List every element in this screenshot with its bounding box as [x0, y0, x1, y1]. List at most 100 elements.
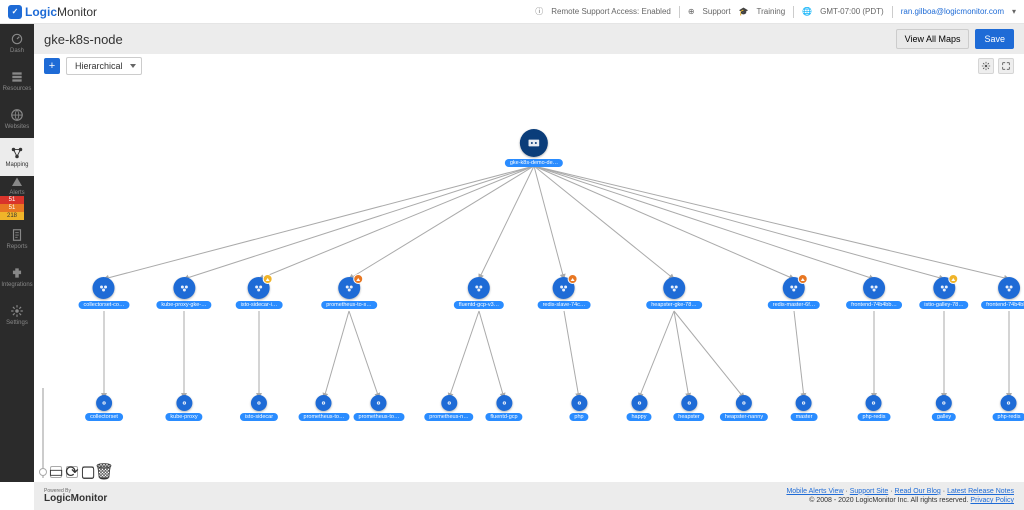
- footer-link-mobile[interactable]: Mobile Alerts View: [786, 488, 843, 495]
- node-label: heapster-nanny: [720, 413, 768, 421]
- remote-support-label[interactable]: Remote Support Access: Enabled: [551, 7, 671, 16]
- node-label: prometheus-to…: [354, 413, 405, 421]
- gear-icon-button[interactable]: [978, 58, 994, 74]
- map-node-l6[interactable]: fluentd-gcp: [485, 395, 522, 421]
- select-icon[interactable]: ▢: [82, 466, 94, 478]
- node-icon: [933, 277, 955, 299]
- logo-icon: ✓: [8, 5, 22, 19]
- map-node-root[interactable]: gke-k8s-demo-de…: [505, 129, 563, 167]
- nav-label: Websites: [5, 124, 30, 130]
- brand-part-1: Logic: [25, 5, 57, 19]
- node-icon: [316, 395, 332, 411]
- map-node-n10[interactable]: frontend-74b4bb…: [981, 277, 1024, 309]
- node-label: fluentd-gcp: [485, 413, 522, 421]
- fit-icon[interactable]: ▭: [50, 466, 62, 478]
- node-label: frontend-74b4bb…: [981, 301, 1024, 309]
- footer-link-privacy[interactable]: Privacy Policy: [970, 497, 1014, 504]
- footer-link-support[interactable]: Support Site: [850, 488, 889, 495]
- map-node-n3[interactable]: prometheus-to-s…: [321, 277, 377, 309]
- map-node-n8[interactable]: frontend-74b4bb…: [846, 277, 902, 309]
- node-label: prometheus-n…: [424, 413, 473, 421]
- node-icon: [796, 395, 812, 411]
- nav-settings[interactable]: Settings: [0, 296, 34, 334]
- node-label: kube-proxy: [165, 413, 202, 421]
- alert-badge-error[interactable]: 51: [0, 204, 24, 212]
- map-canvas[interactable]: gke-k8s-demo-de… collectorset-co… kube-pro…: [34, 78, 1024, 482]
- nav-integrations[interactable]: Integrations: [0, 258, 34, 296]
- map-node-n0[interactable]: collectorset-co…: [79, 277, 130, 309]
- view-all-maps-button[interactable]: View All Maps: [896, 29, 970, 49]
- node-label: galley: [932, 413, 956, 421]
- layout-dropdown[interactable]: Hierarchical: [66, 57, 142, 75]
- map-node-n5[interactable]: redis-slave-74c…: [538, 277, 591, 309]
- map-node-n9[interactable]: istio-galley-78…: [919, 277, 968, 309]
- refresh-icon[interactable]: ⟳: [66, 466, 78, 478]
- logo[interactable]: ✓ LogicMonitor: [8, 5, 97, 19]
- trash-icon[interactable]: 🗑: [98, 466, 110, 478]
- add-button[interactable]: +: [44, 58, 60, 74]
- node-icon: [736, 395, 752, 411]
- node-icon: [251, 395, 267, 411]
- node-icon: [173, 277, 195, 299]
- node-label: php: [569, 413, 588, 421]
- node-label: kube-proxy-gke-…: [156, 301, 211, 309]
- map-node-n4[interactable]: fluentd-gcp-v3…: [454, 277, 504, 309]
- user-email-link[interactable]: ran.gilboa@logicmonitor.com: [901, 7, 1004, 16]
- map-node-n1[interactable]: kube-proxy-gke-…: [156, 277, 211, 309]
- node-icon: [998, 277, 1020, 299]
- training-icon: 🎓: [739, 7, 749, 16]
- map-node-l4[interactable]: prometheus-to…: [354, 395, 405, 421]
- footer-link-release[interactable]: Latest Release Notes: [947, 488, 1014, 495]
- map-node-l8[interactable]: happy: [627, 395, 652, 421]
- map-node-n7[interactable]: redis-master-6f…: [768, 277, 820, 309]
- node-label: fluentd-gcp-v3…: [454, 301, 504, 309]
- map-node-l11[interactable]: master: [791, 395, 818, 421]
- nav-mapping[interactable]: Mapping: [0, 138, 34, 176]
- map-node-n2[interactable]: isto-sidecar-i…: [236, 277, 283, 309]
- alert-badge-warn[interactable]: 218: [0, 212, 24, 220]
- map-node-l9[interactable]: heapster: [673, 395, 704, 421]
- map-node-n6[interactable]: heapster-gke-78…: [646, 277, 702, 309]
- node-label: collectorset-co…: [79, 301, 130, 309]
- node-label: prometheus-to-s…: [321, 301, 377, 309]
- alert-indicator-warn: [263, 274, 273, 284]
- map-node-l5[interactable]: prometheus-n…: [424, 395, 473, 421]
- nav-reports[interactable]: Reports: [0, 220, 34, 258]
- map-node-l3[interactable]: prometheus-to…: [299, 395, 350, 421]
- node-icon: [553, 277, 575, 299]
- map-node-l14[interactable]: php-redis: [993, 395, 1024, 421]
- map-node-l2[interactable]: isto-sidecar: [240, 395, 278, 421]
- node-icon: [783, 277, 805, 299]
- layout-dropdown-value: Hierarchical: [75, 61, 123, 71]
- timezone-label[interactable]: GMT-07:00 (PDT): [820, 7, 884, 16]
- map-node-l12[interactable]: php-redis: [858, 395, 891, 421]
- nav-websites[interactable]: Websites: [0, 100, 34, 138]
- node-icon: [248, 277, 270, 299]
- alert-badge-critical[interactable]: 51: [0, 196, 24, 204]
- alert-indicator-err: [798, 274, 808, 284]
- user-dropdown-icon[interactable]: ▾: [1012, 7, 1016, 16]
- node-label: happy: [627, 413, 652, 421]
- expand-icon-button[interactable]: [998, 58, 1014, 74]
- map-node-l10[interactable]: heapster-nanny: [720, 395, 768, 421]
- map-node-l7[interactable]: php: [569, 395, 588, 421]
- alert-indicator-warn: [948, 274, 958, 284]
- support-link[interactable]: Support: [703, 7, 731, 16]
- node-icon: [468, 277, 490, 299]
- map-node-l1[interactable]: kube-proxy: [165, 395, 202, 421]
- nav-label: Reports: [6, 244, 27, 250]
- node-label: heapster-gke-78…: [646, 301, 702, 309]
- topbar: ✓ LogicMonitor ⓘ Remote Support Access: …: [0, 0, 1024, 24]
- save-button[interactable]: Save: [975, 29, 1014, 49]
- training-link[interactable]: Training: [757, 7, 786, 16]
- map-node-l13[interactable]: galley: [932, 395, 956, 421]
- node-label: php-redis: [858, 413, 891, 421]
- zoom-slider[interactable]: [40, 388, 46, 478]
- nav-alerts[interactable]: Alerts: [0, 176, 34, 196]
- titlebar: gke-k8s-node View All Maps Save: [34, 24, 1024, 54]
- footer-link-blog[interactable]: Read Our Blog: [895, 488, 941, 495]
- node-icon: [496, 395, 512, 411]
- nav-resources[interactable]: Resources: [0, 62, 34, 100]
- node-label: master: [791, 413, 818, 421]
- nav-dash[interactable]: Dash: [0, 24, 34, 62]
